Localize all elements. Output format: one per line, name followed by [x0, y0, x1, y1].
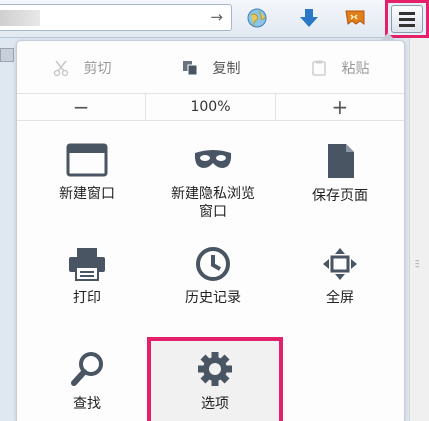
- fullscreen-icon: [323, 248, 357, 280]
- clock-icon: [196, 247, 230, 281]
- go-arrow-icon[interactable]: →: [210, 8, 223, 26]
- cut-label: 剪切: [83, 61, 112, 77]
- zoom-controls: − 100% +: [17, 93, 404, 121]
- copy-label: 复制: [212, 61, 241, 77]
- page-scrollbar[interactable]: – – –: [409, 38, 429, 421]
- magnifier-icon: [71, 352, 103, 386]
- hamburger-icon: [391, 5, 423, 33]
- find-label: 查找: [73, 396, 101, 412]
- options-button[interactable]: 选项: [155, 351, 275, 413]
- options-label: 选项: [201, 396, 229, 412]
- paste-button[interactable]: 粘贴: [275, 55, 404, 81]
- zoom-in-button[interactable]: +: [276, 94, 404, 120]
- scrollbar-grip-icon: – – –: [415, 256, 420, 272]
- download-icon[interactable]: [297, 6, 321, 30]
- cut-button[interactable]: 剪切: [17, 55, 146, 81]
- edit-controls: 剪切 复制 粘贴: [17, 55, 404, 81]
- save-page-button[interactable]: 保存页面: [280, 143, 400, 205]
- url-bar[interactable]: →: [0, 4, 232, 31]
- panel-arrow: [380, 33, 396, 41]
- copy-icon: [182, 61, 197, 76]
- new-window-label: 新建窗口: [59, 186, 115, 202]
- history-button[interactable]: 历史记录: [153, 247, 273, 307]
- sidebar-fragment: [0, 48, 14, 62]
- history-label: 历史记录: [185, 290, 241, 306]
- window-icon: [66, 143, 108, 177]
- browser-toolbar: →: [0, 0, 429, 38]
- scissors-icon: [53, 60, 68, 77]
- bookmark-icon[interactable]: [343, 6, 367, 30]
- world-icon[interactable]: [245, 6, 269, 30]
- clipboard-icon: [311, 60, 326, 76]
- url-text-blurred: [0, 10, 40, 26]
- save-page-label: 保存页面: [312, 188, 368, 204]
- new-private-window-label: 新建隐私浏览 窗口: [171, 186, 255, 220]
- find-button[interactable]: 查找: [27, 351, 147, 413]
- new-window-button[interactable]: 新建窗口: [27, 143, 147, 203]
- print-label: 打印: [73, 290, 101, 306]
- zoom-out-button[interactable]: −: [17, 94, 145, 120]
- page-icon: [328, 144, 354, 178]
- mask-icon: [194, 150, 232, 168]
- gear-icon: [198, 352, 232, 386]
- printer-icon: [69, 248, 105, 281]
- new-private-window-button[interactable]: 新建隐私浏览 窗口: [153, 143, 273, 221]
- paste-label: 粘贴: [341, 61, 370, 77]
- fullscreen-label: 全屏: [326, 290, 354, 306]
- copy-button[interactable]: 复制: [146, 55, 275, 81]
- fullscreen-button[interactable]: 全屏: [280, 247, 400, 307]
- print-button[interactable]: 打印: [27, 247, 147, 307]
- zoom-reset-button[interactable]: 100%: [145, 94, 276, 120]
